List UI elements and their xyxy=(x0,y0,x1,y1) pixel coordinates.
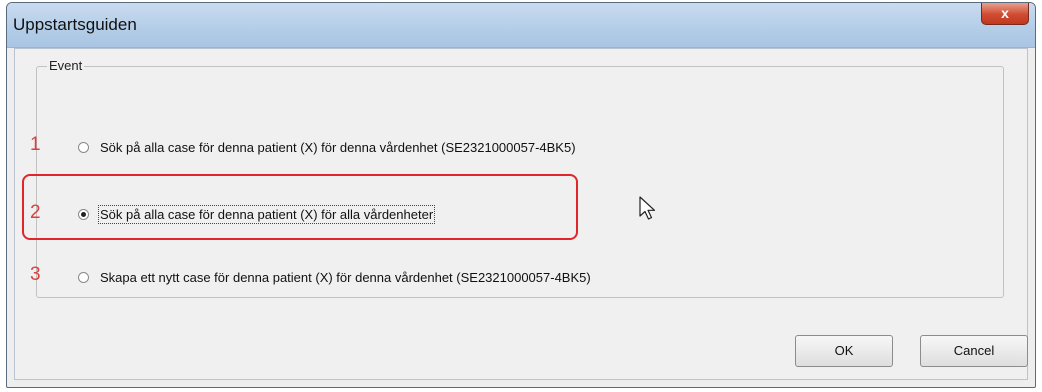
option-1-label[interactable]: Sök på alla case för denna patient (X) f… xyxy=(100,140,576,155)
radio-circle-icon[interactable] xyxy=(78,272,89,283)
annotation-marker-1: 1 xyxy=(30,134,41,155)
annotation-marker-2: 2 xyxy=(30,202,41,223)
mouse-pointer-icon xyxy=(639,196,656,220)
option-3-label[interactable]: Skapa ett nytt case för denna patient (X… xyxy=(100,270,591,285)
cancel-button[interactable]: Cancel xyxy=(920,335,1028,367)
close-icon: x xyxy=(1001,5,1009,21)
close-button[interactable]: x xyxy=(981,3,1029,25)
option-2-label[interactable]: Sök på alla case för denna patient (X) f… xyxy=(97,205,436,224)
option-3-radio[interactable]: Skapa ett nytt case för denna patient (X… xyxy=(78,270,591,285)
radio-checked-icon[interactable] xyxy=(78,209,89,220)
option-2-radio[interactable]: Sök på alla case för denna patient (X) f… xyxy=(78,205,436,224)
ok-button[interactable]: OK xyxy=(795,335,893,367)
window-title: Uppstartsguiden xyxy=(13,15,137,34)
title-bar[interactable]: Uppstartsguiden x xyxy=(7,3,1035,48)
radio-circle-icon[interactable] xyxy=(78,142,89,153)
annotation-marker-3: 3 xyxy=(30,264,41,285)
event-group-legend: Event xyxy=(47,58,85,73)
option-1-radio[interactable]: Sök på alla case för denna patient (X) f… xyxy=(78,140,576,155)
